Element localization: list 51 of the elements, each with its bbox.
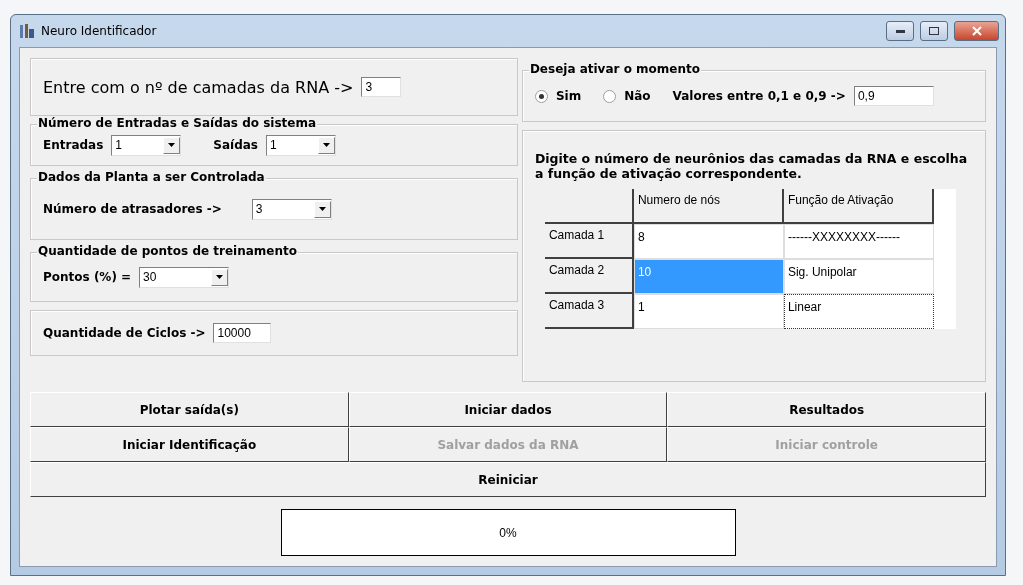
field-label: Valores entre 0,1 e 0,9 -> bbox=[672, 89, 846, 103]
table-cell[interactable]: 1 bbox=[633, 294, 784, 329]
dropdown-field[interactable]: 30 bbox=[139, 266, 230, 288]
close-icon bbox=[971, 26, 982, 36]
table-cell[interactable]: 8 bbox=[633, 224, 784, 259]
app-icon bbox=[19, 23, 35, 39]
dropdown-caret-icon[interactable] bbox=[313, 200, 331, 218]
group-title: Número de Entradas e Saídas do sistema bbox=[37, 116, 318, 130]
row-header-cell: Camada 1 bbox=[544, 224, 634, 259]
dropdown-caret-icon[interactable] bbox=[211, 268, 229, 286]
radio-icon[interactable] bbox=[534, 89, 548, 103]
field-label: Quantidade de Ciclos -> bbox=[43, 326, 206, 340]
instructions-text: Digite o número de neurônios das camadas da RNA e escolha a função de ativação correspondente. bbox=[534, 151, 969, 181]
table-header-cell: Numero de nós bbox=[633, 189, 784, 224]
radio-option[interactable]: Sim bbox=[534, 89, 582, 103]
field-label: Saídas bbox=[213, 138, 258, 152]
action-button[interactable]: Reiniciar bbox=[30, 462, 986, 497]
row-header-cell: Camada 3 bbox=[544, 294, 634, 329]
cycles-input[interactable]: 10000 bbox=[213, 323, 272, 343]
field-label: Número de atrasadores -> bbox=[43, 202, 222, 216]
table-cell[interactable]: ------XXXXXXXX------ bbox=[783, 224, 934, 259]
field-label: Entradas bbox=[43, 138, 104, 152]
minimize-button[interactable] bbox=[886, 21, 914, 41]
group-title: Quantidade de pontos de treinamento bbox=[37, 244, 299, 258]
action-button[interactable]: Resultados bbox=[667, 392, 986, 427]
action-button[interactable]: Iniciar dados bbox=[348, 392, 668, 427]
dropdown-field[interactable]: 1 bbox=[266, 134, 336, 156]
table-header-cell: Função de Ativação bbox=[783, 189, 934, 224]
dropdown-field[interactable]: 1 bbox=[111, 134, 182, 156]
maximize-button[interactable] bbox=[920, 21, 948, 41]
radio-icon[interactable] bbox=[603, 89, 617, 103]
minimize-icon bbox=[895, 29, 905, 33]
action-button[interactable]: Iniciar Identificação bbox=[30, 427, 349, 462]
layers-label: Entre com o nº de camadas da RNA -> bbox=[43, 77, 354, 97]
group-title: Dados da Planta a ser Controlada bbox=[37, 170, 266, 184]
dropdown-caret-icon[interactable] bbox=[163, 136, 181, 154]
dropdown-caret-icon[interactable] bbox=[318, 136, 335, 154]
table-cell[interactable]: Sig. Unipolar bbox=[783, 259, 934, 294]
dropdown-field[interactable]: 3 bbox=[251, 198, 332, 220]
action-button[interactable]: Plotar saída(s) bbox=[30, 392, 349, 427]
layers-input[interactable]: 3 bbox=[361, 77, 402, 97]
field-label: Pontos (%) = bbox=[43, 270, 132, 284]
progress-text: 0% bbox=[499, 525, 517, 540]
table-cell[interactable]: Linear bbox=[783, 294, 934, 329]
momentum-input[interactable]: 0,9 bbox=[853, 86, 934, 106]
group-title: Deseja ativar o momento bbox=[528, 62, 701, 76]
radio-option[interactable]: Não bbox=[603, 89, 651, 103]
maximize-icon bbox=[929, 27, 939, 35]
row-header-cell: Camada 2 bbox=[544, 259, 634, 294]
close-button[interactable] bbox=[954, 21, 999, 41]
window-title: Neuro Identificador bbox=[41, 24, 158, 38]
